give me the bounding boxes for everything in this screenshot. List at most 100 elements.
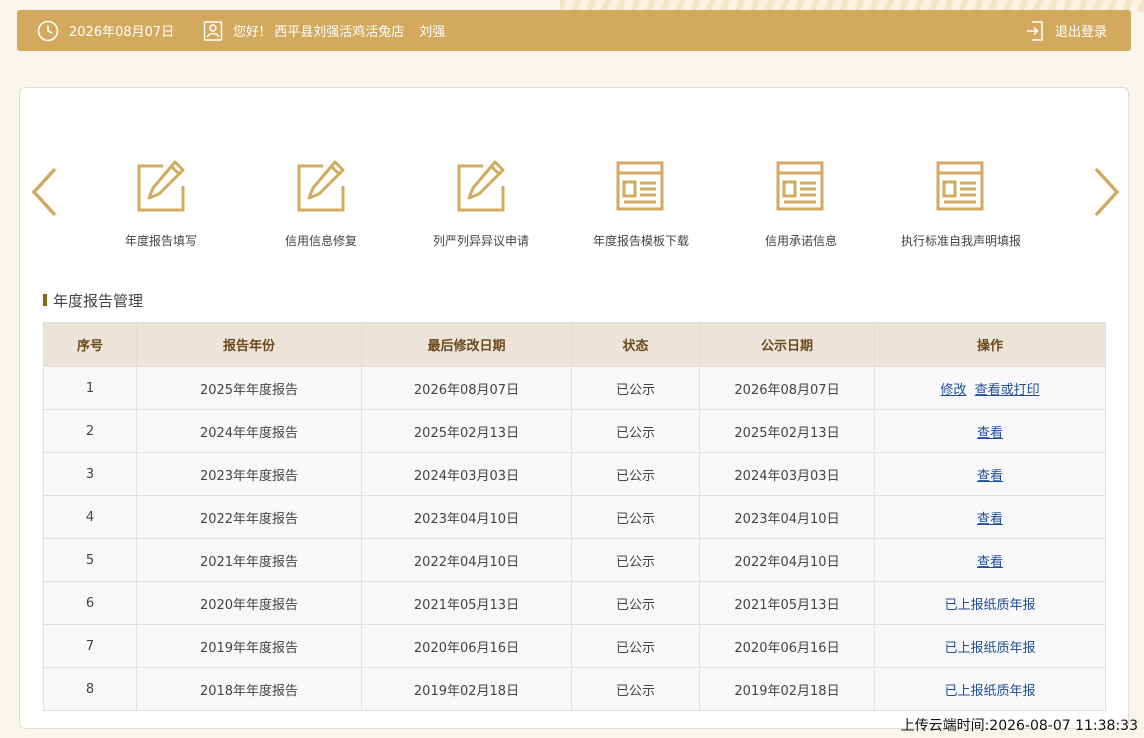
cell-no: 5: [43, 538, 137, 582]
cell-no: 3: [43, 452, 137, 496]
current-date: 2026年08月07日: [69, 25, 175, 40]
menu-objection-apply[interactable]: 列严列异异议申请: [401, 158, 561, 249]
table-row: 1 2025年年度报告 2026年08月07日 已公示 2026年08月07日 …: [43, 366, 1106, 410]
menu-label: 列严列异异议申请: [432, 234, 529, 248]
paper-report-link[interactable]: 已上报纸质年报: [944, 684, 1035, 699]
cell-status: 已公示: [571, 495, 700, 539]
cell-actions: 已上报纸质年报: [874, 624, 1106, 668]
upload-timestamp: 上传云端时间:2026-08-07 11:38:33: [900, 718, 1138, 734]
title-marker: [43, 294, 47, 306]
template-icon: [615, 158, 667, 214]
view-link[interactable]: 查看: [977, 555, 1003, 570]
cell-modified: 2021年05月13日: [361, 581, 572, 625]
section-title-text: 年度报告管理: [53, 291, 144, 310]
paper-report-link[interactable]: 已上报纸质年报: [944, 598, 1035, 613]
chevron-right-icon: [1094, 167, 1120, 217]
logout-button[interactable]: 退出登录: [1025, 10, 1107, 51]
menu-label: 年度报告模板下载: [592, 234, 689, 248]
table-row: 6 2020年年度报告 2021年05月13日 已公示 2021年05月13日 …: [43, 581, 1106, 625]
col-header-status: 状态: [571, 322, 700, 367]
template-icon: [935, 158, 987, 214]
cell-public-date: 2024年03月03日: [699, 452, 875, 496]
menu-credit-repair[interactable]: 信用信息修复: [241, 158, 401, 249]
cell-no: 4: [43, 495, 137, 539]
cell-modified: 2025年02月13日: [361, 409, 572, 453]
col-header-no: 序号: [43, 322, 137, 367]
date-display: 2026年08月07日: [37, 10, 174, 51]
cell-year: 2024年年度报告: [136, 409, 362, 453]
top-bar: 2026年08月07日 您好! 西平县刘强活鸡活兔店 刘强 退出登录: [17, 10, 1131, 51]
cell-public-date: 2026年08月07日: [699, 366, 875, 410]
edit-icon: [135, 158, 187, 214]
cell-public-date: 2023年04月10日: [699, 495, 875, 539]
cell-year: 2021年年度报告: [136, 538, 362, 582]
cell-modified: 2020年06月16日: [361, 624, 572, 668]
cell-actions: 已上报纸质年报: [874, 581, 1106, 625]
cell-year: 2018年年度报告: [136, 667, 362, 711]
cell-modified: 2019年02月18日: [361, 667, 572, 711]
cell-no: 7: [43, 624, 137, 668]
cell-status: 已公示: [571, 624, 700, 668]
view-print-link[interactable]: 查看或打印: [975, 383, 1040, 398]
menu-label: 信用承诺信息: [764, 234, 837, 248]
cell-status: 已公示: [571, 581, 700, 625]
col-header-year: 报告年份: [136, 322, 362, 367]
section-title: 年度报告管理: [43, 291, 144, 310]
chevron-left-icon: [31, 167, 57, 217]
cell-public-date: 2021年05月13日: [699, 581, 875, 625]
menu-credit-commitment[interactable]: 信用承诺信息: [721, 158, 881, 249]
edit-link[interactable]: 修改: [940, 383, 966, 398]
view-link[interactable]: 查看: [977, 426, 1003, 441]
cell-year: 2019年年度报告: [136, 624, 362, 668]
cell-actions: 查看: [874, 452, 1106, 496]
paper-report-link[interactable]: 已上报纸质年报: [944, 641, 1035, 656]
cell-public-date: 2019年02月18日: [699, 667, 875, 711]
clock-icon: [37, 20, 59, 42]
menu-annual-report-fill[interactable]: 年度报告填写: [81, 158, 241, 249]
table-row: 3 2023年年度报告 2024年03月03日 已公示 2024年03月03日 …: [43, 452, 1106, 496]
carousel-prev-button[interactable]: [29, 166, 59, 218]
edit-icon: [455, 158, 507, 214]
company-name: 西平县刘强活鸡活兔店: [274, 25, 405, 40]
menu-label: 年度报告填写: [124, 234, 197, 248]
cell-modified: 2026年08月07日: [361, 366, 572, 410]
cell-status: 已公示: [571, 667, 700, 711]
cell-year: 2020年年度报告: [136, 581, 362, 625]
view-link[interactable]: 查看: [977, 469, 1003, 484]
menu-label: 执行标准自我声明填报: [900, 234, 1021, 248]
table-row: 8 2018年年度报告 2019年02月18日 已公示 2019年02月18日 …: [43, 667, 1106, 711]
logout-icon: [1025, 20, 1045, 42]
cell-no: 8: [43, 667, 137, 711]
template-icon: [775, 158, 827, 214]
menu-standard-declaration[interactable]: 执行标准自我声明填报: [881, 158, 1041, 249]
menu-template-download[interactable]: 年度报告模板下载: [561, 158, 721, 249]
user-card-icon: [203, 20, 223, 42]
cell-year: 2025年年度报告: [136, 366, 362, 410]
cell-actions: 修改 查看或打印: [874, 366, 1106, 410]
cell-actions: 查看: [874, 495, 1106, 539]
table-row: 5 2021年年度报告 2022年04月10日 已公示 2022年04月10日 …: [43, 538, 1106, 582]
cell-status: 已公示: [571, 366, 700, 410]
greeting-text: 您好!: [233, 25, 265, 40]
col-header-modified: 最后修改日期: [361, 322, 572, 367]
cell-modified: 2022年04月10日: [361, 538, 572, 582]
table-row: 4 2022年年度报告 2023年04月10日 已公示 2023年04月10日 …: [43, 495, 1106, 539]
col-header-public-date: 公示日期: [699, 322, 875, 367]
table-row: 2 2024年年度报告 2025年02月13日 已公示 2025年02月13日 …: [43, 409, 1106, 453]
menu-label: 信用信息修复: [284, 234, 357, 248]
logout-label: 退出登录: [1055, 25, 1108, 40]
user-info: 您好! 西平县刘强活鸡活兔店 刘强: [203, 10, 445, 51]
user-name: 刘强: [419, 25, 446, 40]
cell-modified: 2024年03月03日: [361, 452, 572, 496]
cell-year: 2023年年度报告: [136, 452, 362, 496]
edit-icon: [295, 158, 347, 214]
cell-actions: 查看: [874, 538, 1106, 582]
report-table: 序号 报告年份 最后修改日期 状态 公示日期 操作 1 2025年年度报告 20…: [43, 322, 1106, 711]
cell-no: 6: [43, 581, 137, 625]
view-link[interactable]: 查看: [977, 512, 1003, 527]
cell-modified: 2023年04月10日: [361, 495, 572, 539]
cell-public-date: 2025年02月13日: [699, 409, 875, 453]
cell-status: 已公示: [571, 538, 700, 582]
carousel-next-button[interactable]: [1092, 166, 1122, 218]
cell-actions: 查看: [874, 409, 1106, 453]
